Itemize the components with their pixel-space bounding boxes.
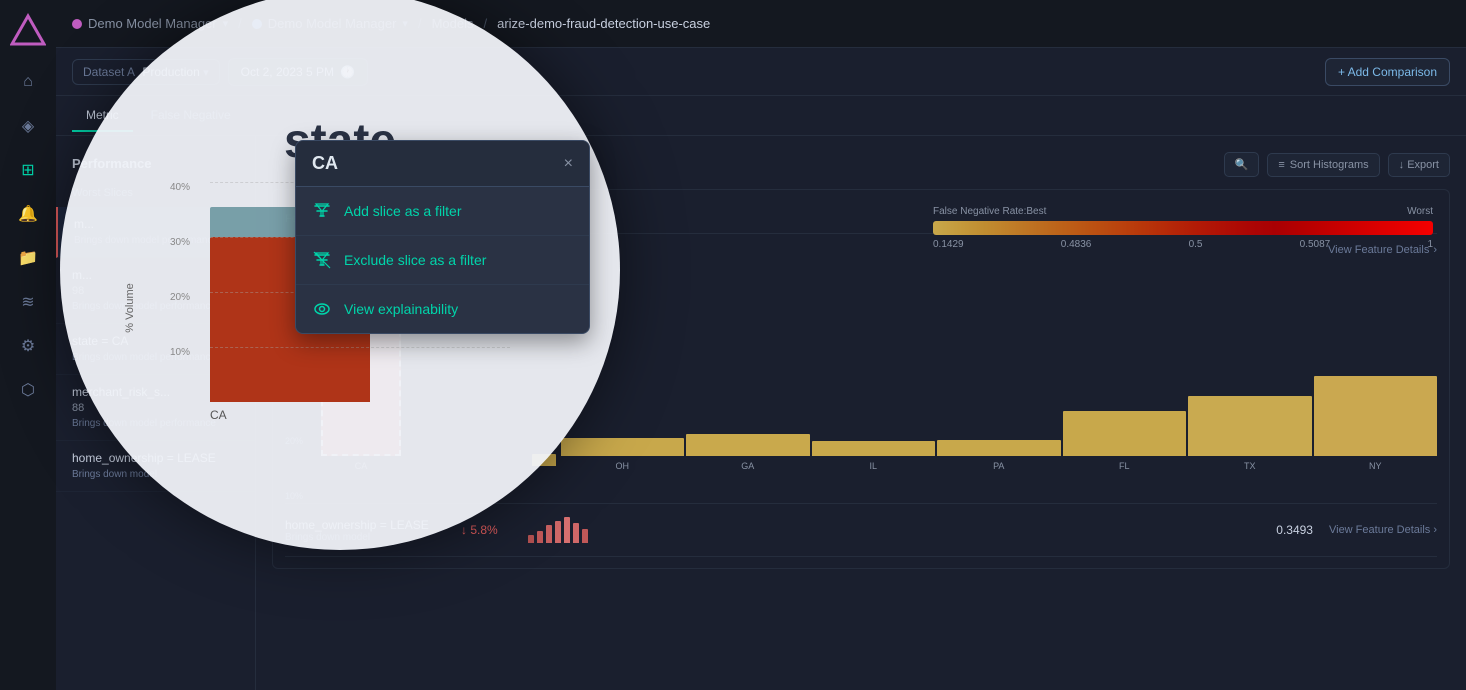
bar-label-ny: NY [1369, 461, 1382, 471]
scale-values: 0.1429 0.4836 0.5 0.5087 1 [933, 239, 1433, 250]
export-label: ↓ Export [1399, 159, 1439, 171]
scale-val-3: 0.5087 [1300, 239, 1331, 250]
bar-label-fl: FL [1119, 461, 1130, 471]
sort-label: Sort Histograms [1290, 159, 1369, 171]
bar-group-oh[interactable]: OH [561, 438, 685, 471]
filter-exclude-icon [312, 250, 332, 270]
scale-bar [933, 221, 1433, 235]
scale-container: False Negative Rate: Best Worst 0.1429 0… [933, 206, 1433, 250]
app-logo[interactable] [10, 12, 46, 48]
export-button[interactable]: ↓ Export [1388, 153, 1450, 177]
bottom-row-1: revol_bal 0.3312 View Feature Details › [285, 556, 1437, 569]
bar-il [812, 441, 936, 456]
zy-label-3: 10% [170, 347, 190, 358]
bar-label-pa: PA [993, 461, 1004, 471]
grid-icon[interactable]: ⊞ [10, 152, 46, 188]
bar-group-il[interactable]: IL [812, 441, 936, 471]
bar-label-tx: TX [1244, 461, 1256, 471]
breadcrumb-item-4: arize-demo-fraud-detection-use-case [497, 16, 710, 31]
eye-icon [312, 299, 332, 319]
add-comparison-label: + Add Comparison [1338, 65, 1437, 79]
bar-oh [561, 438, 685, 456]
context-menu: CA × Add slice as a filter Exclude slice… [295, 140, 590, 334]
y-axis-label: % Volume [124, 283, 136, 333]
bar-group-ga[interactable]: GA [686, 434, 810, 471]
gear-icon[interactable]: ⚙ [10, 328, 46, 364]
bar-label-oh: OH [616, 461, 630, 471]
scale-val-1: 0.4836 [1061, 239, 1092, 250]
exclude-slice-filter-label: Exclude slice as a filter [344, 252, 486, 268]
sort-icon: ≡ [1278, 159, 1284, 171]
row-importance-0: 0.3493 [1253, 523, 1313, 537]
add-comparison-button[interactable]: + Add Comparison [1325, 58, 1450, 86]
bar-tx [1188, 396, 1312, 456]
context-header: CA × [296, 141, 589, 187]
scale-labels: False Negative Rate: Best Worst [933, 206, 1433, 217]
sidebar: ⌂ ◈ ⊞ 🔔 📁 ≋ ⚙ ⬡ [0, 0, 56, 690]
worst-label: Worst [1407, 206, 1433, 217]
mini-bar-0a [528, 535, 534, 543]
view-explainability-item[interactable]: View explainability [296, 285, 589, 333]
bar-label-il: IL [869, 461, 877, 471]
mini-bar-0g [582, 529, 588, 543]
bar-pa [937, 440, 1061, 456]
exclude-slice-filter-item[interactable]: Exclude slice as a filter [296, 236, 589, 285]
data-icon[interactable]: ≋ [10, 284, 46, 320]
zy-label-1: 30% [170, 237, 190, 248]
plugin-icon[interactable]: ⬡ [10, 372, 46, 408]
context-close-button[interactable]: × [564, 155, 573, 173]
bar-group-pa[interactable]: PA [937, 440, 1061, 471]
zy-label-0: 40% [170, 182, 190, 193]
bar-group-fl[interactable]: FL [1063, 411, 1187, 471]
breadcrumb-dot-1 [72, 19, 82, 29]
cube-icon[interactable]: ◈ [10, 108, 46, 144]
scale-val-2: 0.5 [1189, 239, 1203, 250]
bar-ny [1314, 376, 1438, 456]
row-chart-0 [527, 516, 1237, 544]
breadcrumb-sep-3: / [483, 16, 487, 31]
context-title: CA [312, 153, 338, 174]
scale-val-0: 0.1429 [933, 239, 964, 250]
scale-val-4: 1 [1427, 239, 1433, 250]
mini-bar-0f [573, 523, 579, 543]
view-feature-link-0[interactable]: View Feature Details › [1329, 524, 1437, 536]
add-slice-filter-item[interactable]: Add slice as a filter [296, 187, 589, 236]
bar-label-ga: GA [741, 461, 754, 471]
mini-bar-0d [555, 521, 561, 543]
dataset-a-label: Dataset A [83, 65, 135, 79]
bell-icon[interactable]: 🔔 [10, 196, 46, 232]
view-explainability-label: View explainability [344, 301, 458, 317]
mini-bar-0b [537, 531, 543, 543]
mini-bar-0c [546, 525, 552, 543]
bar-group-ny[interactable]: NY [1314, 376, 1438, 471]
chevron-right-icon: › [1433, 244, 1437, 256]
mini-bar-0e [564, 517, 570, 543]
bar-fl [1063, 411, 1187, 456]
zoomed-y-labels: 40% 30% 20% 10% [170, 182, 190, 402]
search-button[interactable]: 🔍 [1224, 152, 1260, 177]
home-icon[interactable]: ⌂ [10, 64, 46, 100]
filter-add-icon [312, 201, 332, 221]
add-slice-filter-label: Add slice as a filter [344, 203, 462, 219]
fn-rate-label: False Negative Rate: [933, 206, 1026, 217]
breadcrumb-label-4: arize-demo-fraud-detection-use-case [497, 16, 710, 31]
folder-icon[interactable]: 📁 [10, 240, 46, 276]
sort-histograms-button[interactable]: ≡ Sort Histograms [1267, 153, 1379, 177]
search-icon: 🔍 [1235, 158, 1249, 171]
row-value-0: ↓ 5.8% [461, 523, 511, 537]
best-label: Best [1026, 206, 1046, 217]
zy-label-2: 20% [170, 292, 190, 303]
zoomed-bar-x-label: CA [210, 408, 510, 422]
bar-ga [686, 434, 810, 456]
bar-group-tx[interactable]: TX [1188, 396, 1312, 471]
